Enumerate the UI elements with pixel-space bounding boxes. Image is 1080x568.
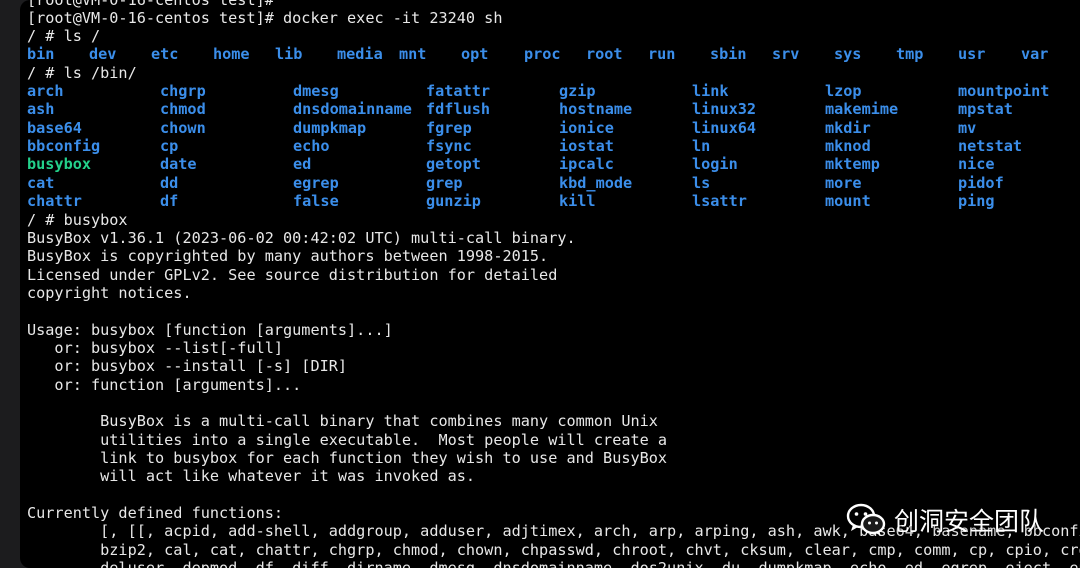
terminal-line: or: function [arguments]... [27, 376, 302, 394]
terminal-line: BusyBox is a multi-call binary that comb… [27, 412, 658, 430]
bin-entry: dmesg [293, 82, 339, 100]
bin-entry: linux64 [692, 118, 757, 137]
bin-entry: echo [293, 136, 330, 155]
bin-entry: getopt [426, 155, 481, 174]
directory-entry: home [213, 45, 250, 63]
bin-entry: busybox [27, 155, 92, 174]
bin-entry: mpstat [958, 100, 1013, 119]
bin-entry: login [692, 155, 738, 174]
terminal-window[interactable]: [root@VM-0-16-centos test]# [root@VM-0-1… [20, 0, 1080, 568]
bin-entry: iostat [559, 136, 614, 155]
bin-entry: base64 [27, 118, 82, 137]
bin-entry: kbd_mode [559, 173, 633, 192]
bin-entry: ed [293, 155, 312, 174]
bin-entry: ping [958, 191, 995, 210]
watermark-text: 创洞安全团队 [893, 507, 1044, 536]
bin-entry: chmod [160, 100, 206, 119]
directory-entry: mnt [399, 45, 427, 63]
bin-entry: date [160, 155, 197, 174]
bin-entry: grep [426, 173, 463, 192]
bin-entry: more [825, 173, 862, 192]
bin-entry: fgrep [426, 118, 472, 137]
bin-entry: lzop [825, 82, 862, 100]
terminal-line: will act like whatever it was invoked as… [27, 467, 476, 485]
bin-entry: ipcalc [559, 155, 614, 174]
bin-entry: ionice [559, 118, 614, 137]
directory-entry: srv [772, 45, 800, 63]
bin-entry: ls [692, 173, 711, 192]
directory-entry: media [337, 45, 383, 63]
bin-entry: gzip [559, 82, 596, 100]
bin-entry: bbconfig [27, 136, 101, 155]
directory-entry: opt [461, 45, 489, 63]
bin-entry: chgrp [160, 82, 206, 100]
directory-entry: sbin [710, 45, 747, 63]
bin-entry: arch [27, 82, 64, 100]
directory-entry: root [586, 45, 623, 63]
wechat-icon [846, 503, 886, 536]
bin-directory-listing: arch ash base64 bbconfig busybox cat chattr chg… [27, 82, 1080, 212]
terminal-line: copyright notices. [27, 284, 192, 302]
directory-entry: run [648, 45, 676, 63]
terminal-line: [root@VM-0-16-centos test]# [27, 0, 274, 9]
bin-entry: mountpoint [958, 82, 1050, 100]
bin-entry: cat [27, 173, 55, 192]
terminal-line: / # busybox [27, 211, 128, 229]
terminal-line: or: busybox --list[-full] [27, 339, 284, 357]
bin-entry: chattr [27, 191, 82, 210]
bin-entry: kill [559, 191, 596, 210]
bin-entry: false [293, 191, 339, 210]
terminal-line: / # ls / [27, 27, 101, 45]
bin-entry: mktemp [825, 155, 880, 174]
directory-entry: bin [27, 45, 55, 63]
bin-entry: pidof [958, 173, 1004, 192]
terminal-line: BusyBox v1.36.1 (2023-06-02 00:42:02 UTC… [27, 229, 576, 247]
terminal-line: [root@VM-0-16-centos test]# docker exec … [27, 9, 503, 27]
directory-entry: usr [958, 45, 986, 63]
directory-entry: lib [275, 45, 303, 63]
bin-entry: ln [692, 136, 711, 155]
terminal-line: or: busybox --install [-s] [DIR] [27, 357, 348, 375]
watermark: 创洞安全团队 [846, 500, 1044, 540]
terminal-line: Usage: busybox [function [arguments]...] [27, 321, 393, 339]
directory-entry: var [1021, 45, 1049, 63]
bin-entry: gunzip [426, 191, 481, 210]
bin-entry: mount [825, 191, 871, 210]
bin-entry: makemime [825, 100, 899, 119]
bin-entry: dumpkmap [293, 118, 367, 137]
directory-entry: dev [89, 45, 117, 63]
bin-entry: fsync [426, 136, 472, 155]
bin-entry: fdflush [426, 100, 491, 119]
bin-entry: lsattr [692, 191, 747, 210]
terminal-line: deluser, depmod, df, diff, dirname, dmes… [27, 559, 1080, 568]
bin-entry: linux32 [692, 100, 757, 119]
bin-entry: df [160, 191, 179, 210]
bin-entry: mknod [825, 136, 871, 155]
bin-entry: dd [160, 173, 179, 192]
terminal-line: BusyBox is copyrighted by many authors b… [27, 247, 549, 265]
bin-entry: fatattr [426, 82, 491, 100]
bin-entry: hostname [559, 100, 633, 119]
directory-entry: sys [834, 45, 862, 63]
bin-entry: dnsdomainname [293, 100, 412, 119]
terminal-line: Licensed under GPLv2. See source distrib… [27, 266, 558, 284]
bin-entry: nice [958, 155, 995, 174]
bin-entry: mv [958, 118, 977, 137]
bin-entry: egrep [293, 173, 339, 192]
terminal-line: / # ls /bin/ [27, 64, 137, 82]
directory-entry: tmp [896, 45, 924, 63]
bin-entry: netstat [958, 136, 1023, 155]
directory-entry: etc [151, 45, 179, 63]
bin-entry: ash [27, 100, 55, 119]
root-directory-listing: bin dev etc home lib media mnt opt proc root run sb… [27, 45, 1080, 63]
bin-entry: chown [160, 118, 206, 137]
terminal-line: Currently defined functions: [27, 504, 284, 522]
terminal-line: link to busybox for each function they w… [27, 449, 668, 467]
bin-entry: mkdir [825, 118, 871, 137]
bin-entry: link [692, 82, 729, 100]
terminal-line: utilities into a single executable. Most… [27, 431, 668, 449]
directory-entry: proc [524, 45, 561, 63]
bin-entry: cp [160, 136, 179, 155]
terminal-line: bzip2, cal, cat, chattr, chgrp, chmod, c… [27, 541, 1080, 559]
